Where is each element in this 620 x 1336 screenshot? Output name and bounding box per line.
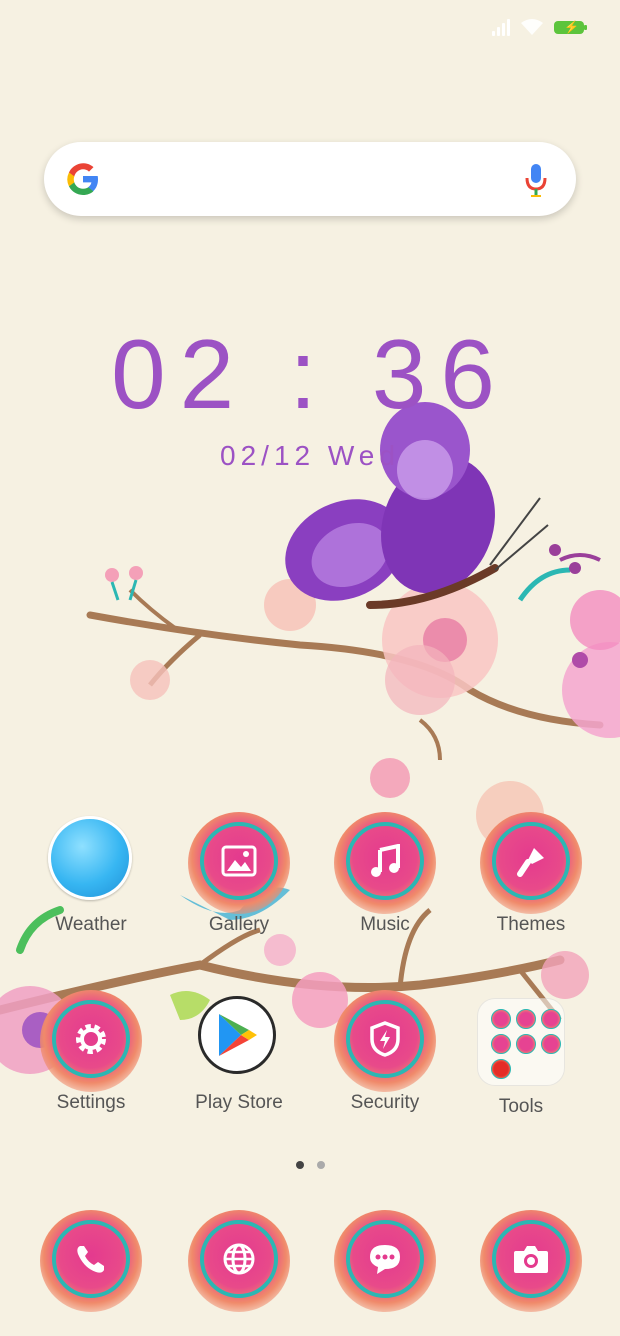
folder-icon [477, 998, 565, 1086]
clock-time[interactable]: 02 : 36 [0, 318, 620, 431]
gear-icon [52, 1000, 130, 1078]
app-label-settings: Settings [56, 1092, 126, 1113]
app-label-weather: Weather [55, 914, 127, 935]
globe-icon [200, 1220, 278, 1298]
app-gallery[interactable]: Gallery [174, 812, 304, 936]
app-play-store[interactable]: Play Store [174, 996, 304, 1114]
app-label-themes: Themes [496, 914, 566, 935]
microphone-icon[interactable] [524, 162, 548, 198]
folder-tools[interactable]: Tools [456, 996, 586, 1118]
app-label-tools: Tools [498, 1096, 544, 1117]
google-g-icon [67, 163, 98, 195]
app-label-gallery: Gallery [208, 914, 270, 935]
google-search-bar[interactable] [44, 142, 576, 216]
gallery-icon [200, 822, 278, 900]
dock-messages[interactable] [320, 1210, 450, 1312]
clock-date[interactable]: 02/12 Wed [0, 440, 620, 472]
app-settings[interactable]: Settings [26, 990, 156, 1114]
camera-icon [492, 1220, 570, 1298]
dock-camera[interactable] [466, 1210, 596, 1312]
status-bar: ⚡ [0, 0, 620, 56]
play-store-icon [198, 996, 276, 1074]
phone-icon [52, 1220, 130, 1298]
signal-icon [492, 18, 510, 36]
page-dot[interactable] [316, 1161, 325, 1169]
dock-phone[interactable] [26, 1210, 156, 1312]
chat-bubble-icon [346, 1220, 424, 1298]
app-security[interactable]: Security [320, 990, 450, 1114]
app-label-security: Security [350, 1092, 420, 1113]
music-note-icon [346, 822, 424, 900]
app-music[interactable]: Music [320, 812, 450, 936]
dock-browser[interactable] [174, 1210, 304, 1312]
wifi-icon [521, 19, 543, 35]
weather-icon [48, 816, 132, 900]
app-weather[interactable]: Weather [26, 816, 156, 936]
app-themes[interactable]: Themes [466, 812, 596, 936]
shield-icon [346, 1000, 424, 1078]
app-label-play-store: Play Store [195, 1092, 283, 1113]
paint-brush-icon [492, 822, 570, 900]
battery-charging-icon: ⚡ [554, 20, 587, 34]
app-label-music: Music [360, 914, 410, 935]
page-indicator [0, 1161, 620, 1169]
page-dot-active[interactable] [295, 1161, 304, 1169]
